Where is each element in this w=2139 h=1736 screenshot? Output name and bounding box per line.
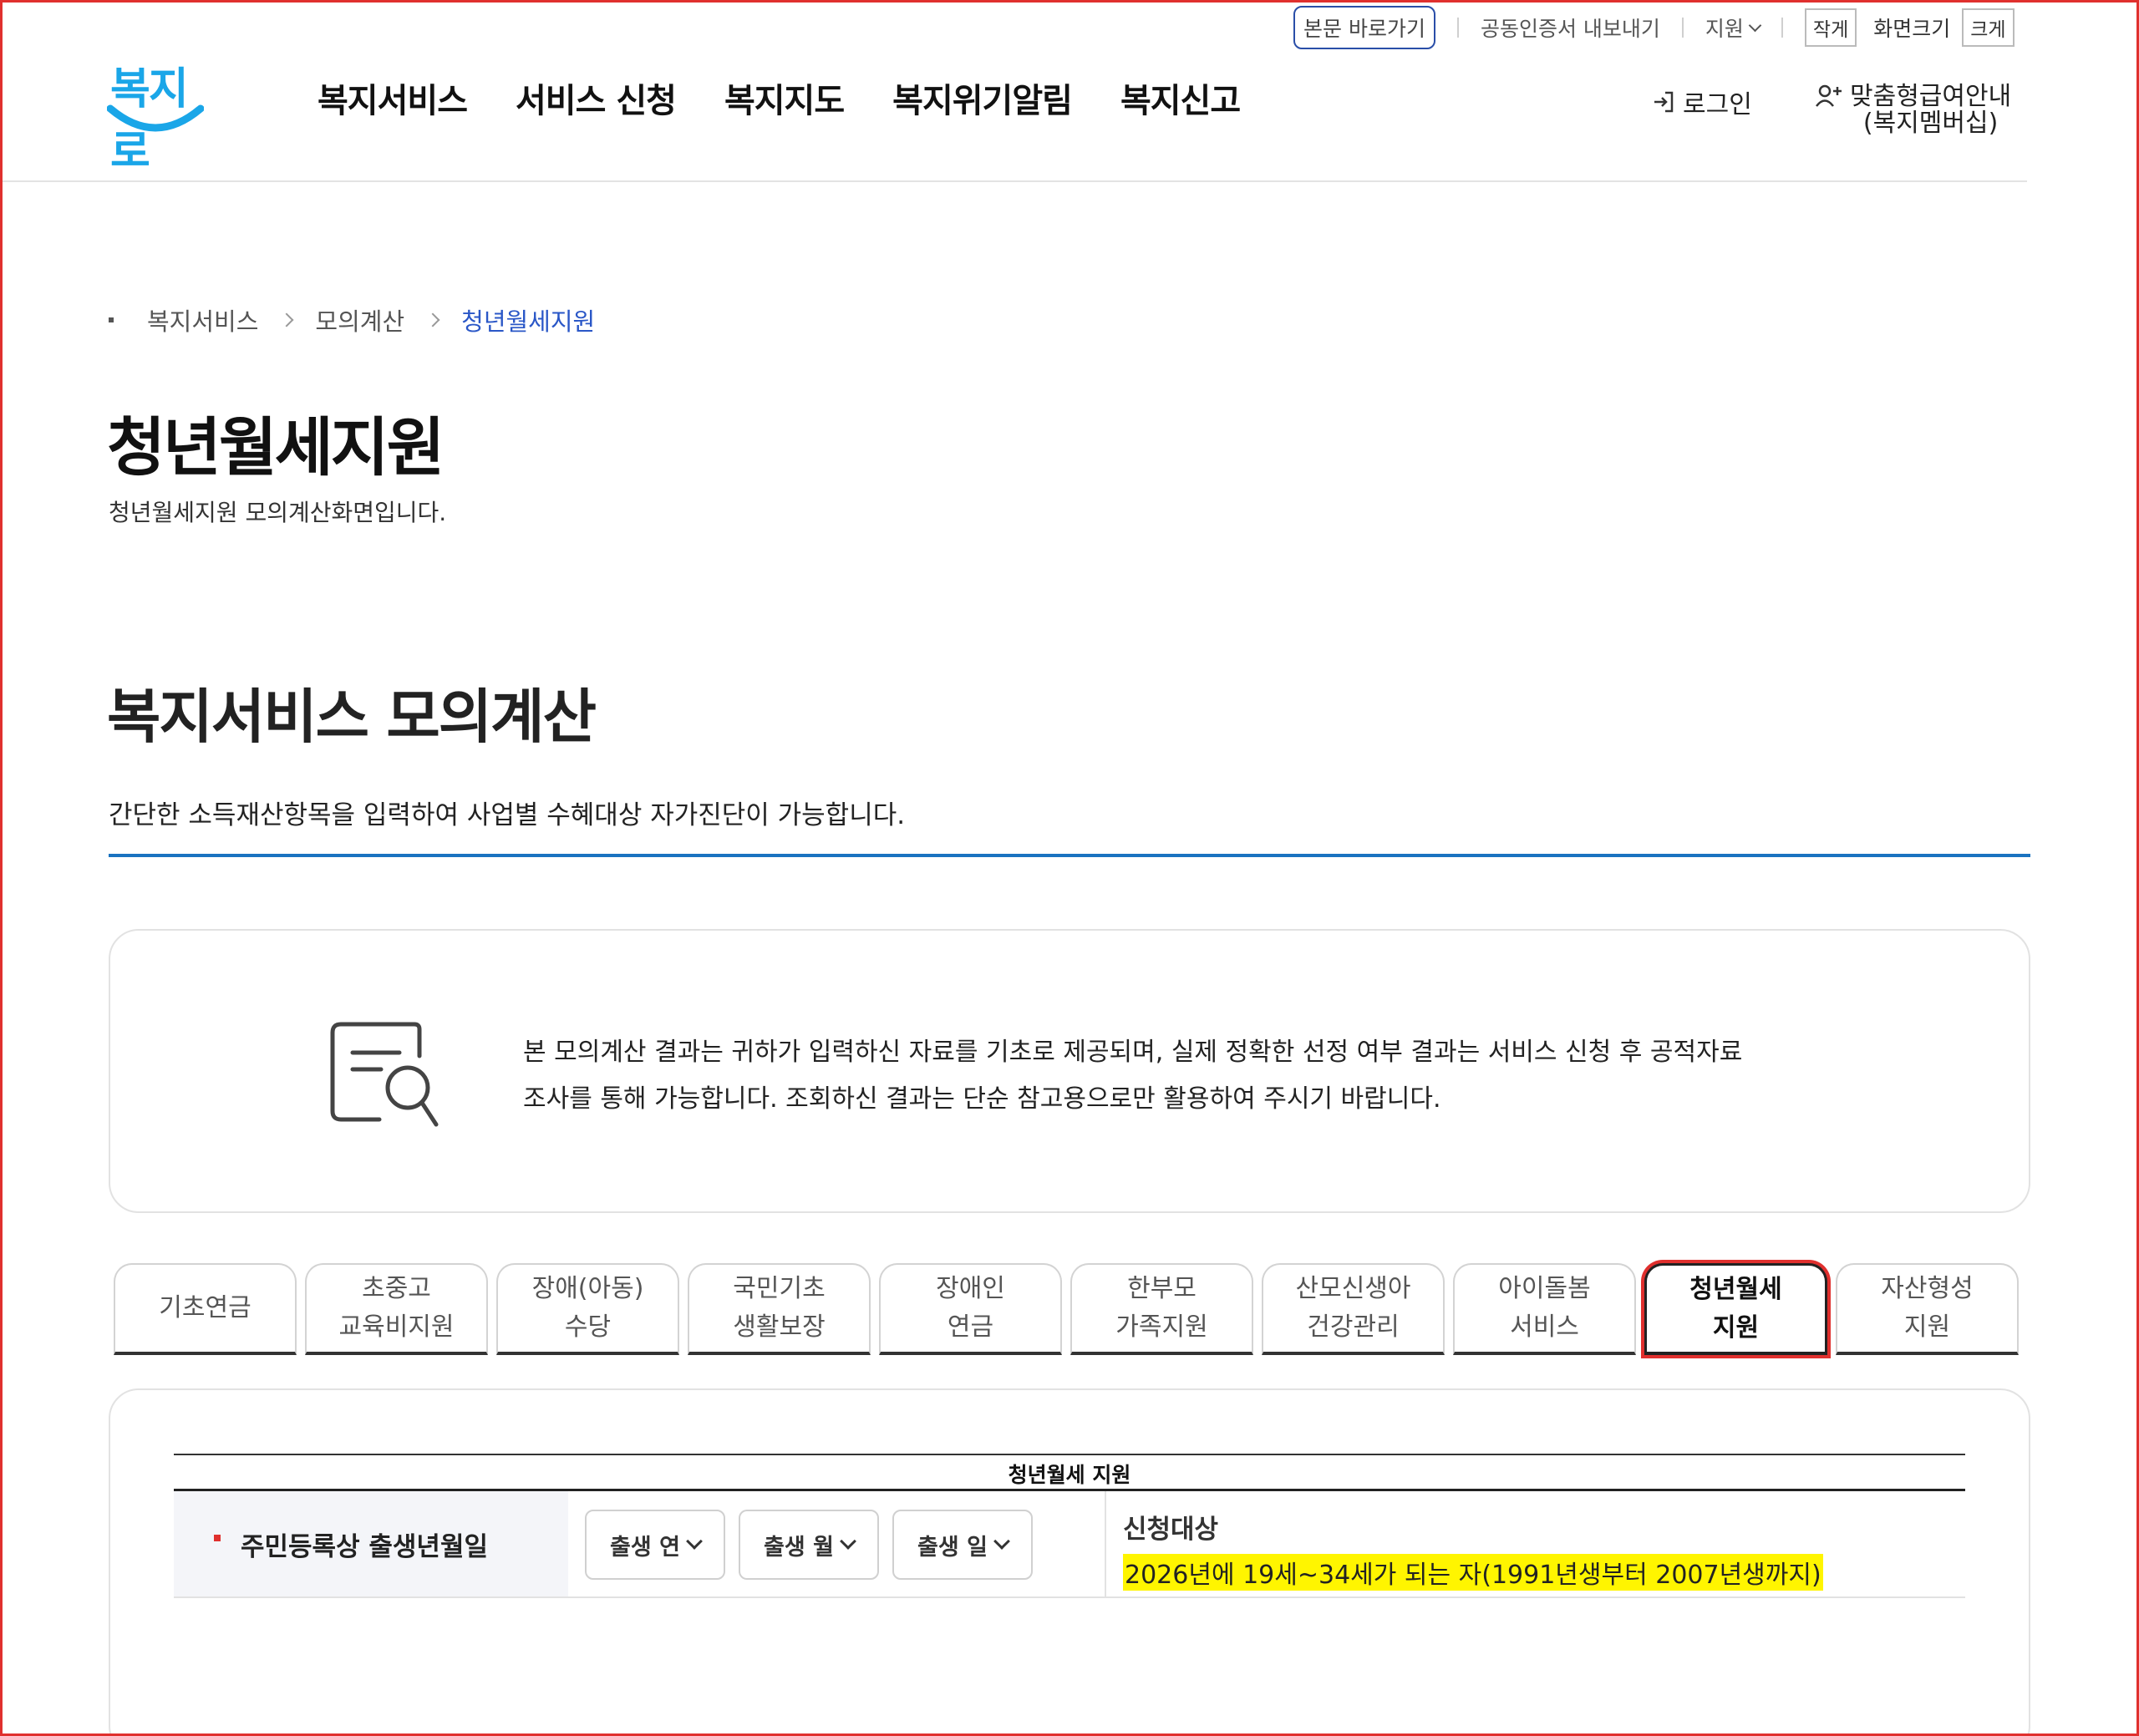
birthdate-label: 주민등록상 출생년월일 (241, 1531, 488, 1562)
tab-label: 지원 (1903, 1312, 1951, 1342)
cell-divider (1105, 1491, 1106, 1596)
logo[interactable]: 복지로 (107, 53, 204, 177)
header-divider (0, 180, 2027, 182)
home-bullet-icon (109, 317, 114, 322)
birth-year-select[interactable]: 출생 연 (585, 1510, 725, 1580)
tab-label: 자산형성 (1881, 1274, 1974, 1303)
tab-label: 초중고 (362, 1274, 431, 1303)
birthdate-selects: 출생 연 출생 월 출생 일 (585, 1510, 1033, 1580)
breadcrumb-item-current: 청년월세지원 (461, 307, 596, 336)
login-label: 로그인 (1683, 90, 1752, 119)
font-size-label: 화면크기 (1873, 17, 1951, 41)
tab-label: 연금 (947, 1312, 994, 1342)
eligibility-info: 신청대상 2026년에 19세~34세가 되는 자(1991년생부터 2007년… (1123, 1508, 1823, 1591)
birth-day-value: 출생 일 (917, 1534, 988, 1561)
service-tabs: 기초연금 초중고 교육비지원 장애(아동) 수당 국민기초 생활보장 장애인 연… (114, 1263, 2019, 1355)
birthdate-label-cell: 주민등록상 출생년월일 (174, 1491, 568, 1596)
breadcrumb: 복지서비스 모의계산 청년월세지원 (109, 302, 595, 338)
table-top-border (174, 1454, 1965, 1455)
chevron-down-icon (1748, 18, 1762, 32)
logo-smile-icon (107, 104, 204, 132)
birth-month-select[interactable]: 출생 월 (739, 1510, 879, 1580)
eligibility-text: 2026년에 19세~34세가 되는 자(1991년생부터 2007년생까지) (1123, 1554, 1823, 1591)
membership-link[interactable]: 맞춤형급여안내 (복지멤버십) (1815, 84, 2011, 137)
tab-label: 국민기초 (733, 1274, 826, 1303)
eligibility-title: 신청대상 (1123, 1515, 1219, 1545)
font-small-button[interactable]: 작게 (1804, 8, 1857, 47)
divider (1456, 18, 1459, 38)
tab-disability-child-allowance[interactable]: 장애(아동) 수당 (496, 1263, 679, 1355)
tab-label: 장애(아동) (531, 1274, 644, 1303)
tab-childcare-service[interactable]: 아이돌봄 서비스 (1453, 1263, 1636, 1355)
tab-school-expense[interactable]: 초중고 교육비지원 (305, 1263, 488, 1355)
chevron-right-icon (425, 312, 440, 327)
breadcrumb-item-simulation[interactable]: 모의계산 (315, 302, 404, 338)
divider (1781, 18, 1783, 38)
tab-label: 생활보장 (733, 1312, 826, 1342)
notice-line1: 본 모의계산 결과는 귀하가 입력하신 자료를 기초로 제공되며, 실제 정확한… (523, 1038, 1743, 1067)
tab-label: 건강관리 (1307, 1312, 1400, 1342)
nav-welfare-report[interactable]: 복지신고 (1120, 74, 1241, 122)
birth-month-value: 출생 월 (764, 1534, 834, 1561)
utility-bar: 본문 바로가기 공동인증서 내보내기 지원 작게 화면크기 크게 (1293, 3, 2015, 52)
tab-basic-pension[interactable]: 기초연금 (114, 1263, 297, 1355)
birth-day-select[interactable]: 출생 일 (892, 1510, 1033, 1580)
font-large-button[interactable]: 크게 (1962, 8, 2015, 47)
tab-label: 교육비지원 (338, 1312, 455, 1342)
page-description: 청년월세지원 모의계산화면입니다. (109, 499, 447, 526)
tab-label: 서비스 (1510, 1312, 1579, 1342)
tab-youth-rent-support[interactable]: 청년월세 지원 (1644, 1263, 1827, 1355)
tab-label: 기초연금 (159, 1293, 251, 1322)
login-link[interactable]: 로그인 (1651, 84, 1752, 120)
nav-welfare-map[interactable]: 복지지도 (724, 74, 845, 122)
birth-year-value: 출생 연 (610, 1534, 680, 1561)
nav-welfare-service[interactable]: 복지서비스 (318, 74, 468, 122)
required-marker-icon (214, 1535, 221, 1541)
table-caption: 청년월세 지원 (1008, 1463, 1131, 1487)
tab-label: 지원 (1712, 1312, 1760, 1343)
user-plus-icon (1816, 84, 1842, 107)
chevron-down-icon (840, 1533, 856, 1550)
tab-label: 청년월세 (1689, 1274, 1782, 1304)
divider (1681, 18, 1684, 38)
chevron-down-icon (686, 1533, 703, 1550)
tab-asset-building[interactable]: 자산형성 지원 (1836, 1263, 2019, 1355)
notice-box: 본 모의계산 결과는 귀하가 입력하신 자료를 기초로 제공되며, 실제 정확한… (109, 929, 2030, 1213)
tab-basic-livelihood[interactable]: 국민기초 생활보장 (688, 1263, 871, 1355)
breadcrumb-item-welfare-service[interactable]: 복지서비스 (147, 302, 258, 338)
skip-to-content-link[interactable]: 본문 바로가기 (1293, 6, 1435, 49)
language-label: 지원 (1705, 17, 1744, 41)
language-dropdown[interactable]: 지원 (1705, 13, 1762, 43)
tab-label: 아이돌봄 (1498, 1274, 1591, 1303)
nav-crisis-alert[interactable]: 복지위기알림 (892, 74, 1073, 122)
notice-text: 본 모의계산 결과는 귀하가 입력하신 자료를 기초로 제공되며, 실제 정확한… (523, 1029, 1742, 1123)
tab-label: 한부모 (1127, 1274, 1197, 1303)
tab-label: 수당 (564, 1312, 612, 1342)
membership-label: 맞춤형급여안내 (복지멤버십) (1850, 84, 2011, 137)
tab-label: 장애인 (936, 1274, 1005, 1303)
chevron-right-icon (279, 312, 294, 327)
nav-service-apply[interactable]: 서비스 신청 (516, 74, 677, 122)
section-title: 복지서비스 모의계산 (107, 683, 597, 751)
tab-single-parent[interactable]: 한부모 가족지원 (1070, 1263, 1253, 1355)
cert-export-link[interactable]: 공동인증서 내보내기 (1481, 13, 1660, 43)
document-search-icon (330, 1022, 439, 1127)
tab-maternal-newborn[interactable]: 산모신생아 건강관리 (1262, 1263, 1445, 1355)
login-icon (1654, 91, 1674, 113)
birthdate-row: 주민등록상 출생년월일 출생 연 출생 월 출생 일 신청대상 2026년에 1… (174, 1491, 1965, 1598)
membership-line1: 맞춤형급여안내 (1850, 82, 2012, 111)
tab-label: 가족지원 (1115, 1312, 1208, 1342)
notice-line2: 조사를 통해 가능합니다. 조회하신 결과는 단순 참고용으로만 활용하여 주시… (523, 1084, 1441, 1114)
membership-line2: (복지멤버십) (1862, 109, 1999, 138)
chevron-down-icon (993, 1533, 1010, 1550)
section-description: 간단한 소득재산항목을 입력하여 사업별 수혜대상 자가진단이 가능합니다. (109, 800, 906, 830)
section-divider (109, 854, 2030, 857)
tab-label: 산모신생아 (1295, 1274, 1411, 1303)
main-nav: 복지서비스 서비스 신청 복지지도 복지위기알림 복지신고 (318, 74, 1241, 122)
tab-disability-pension[interactable]: 장애인 연금 (879, 1263, 1062, 1355)
page-title: 청년월세지원 (107, 410, 445, 485)
